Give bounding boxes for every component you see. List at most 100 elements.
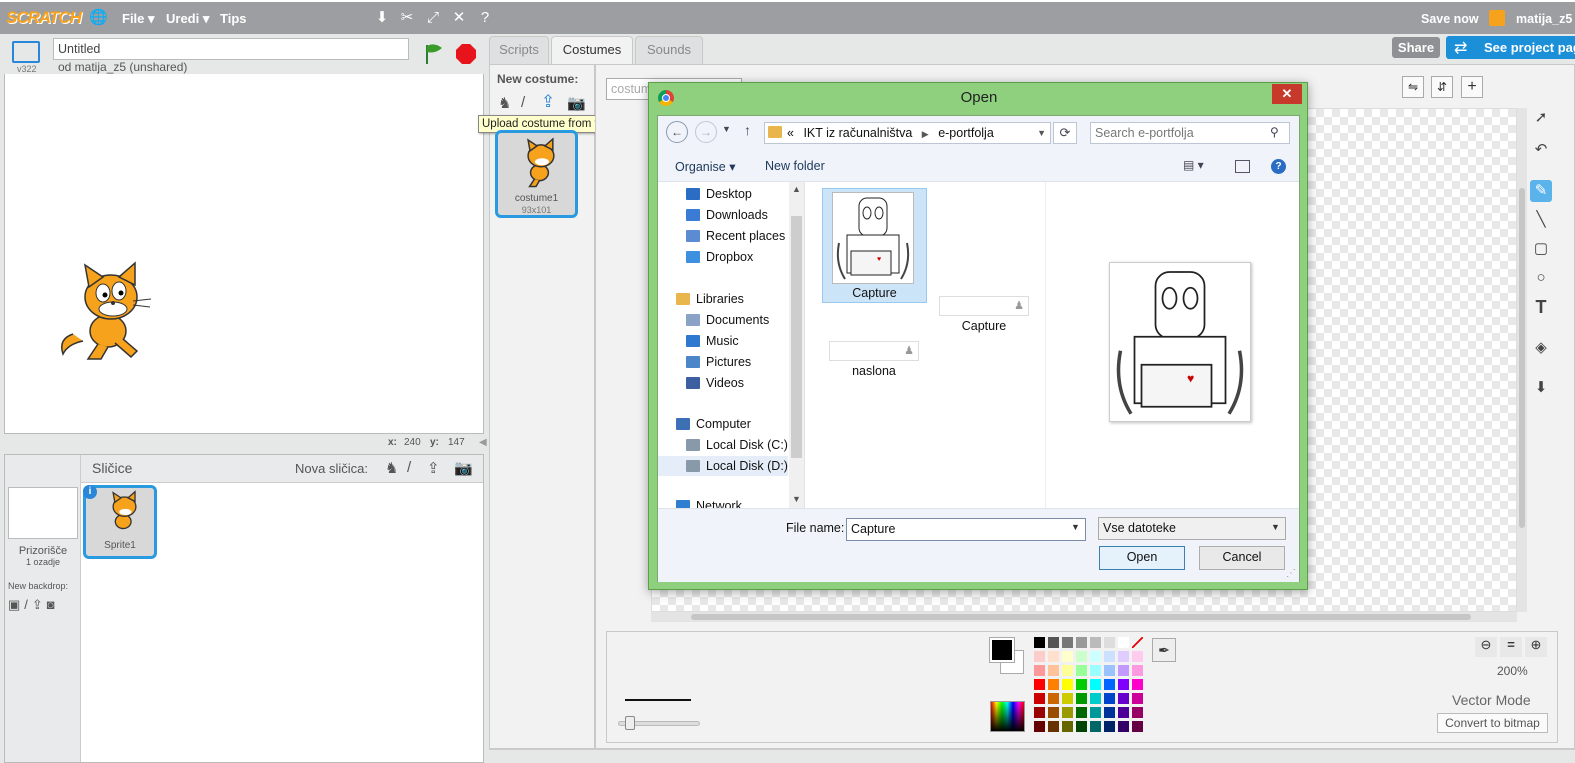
color-swatch[interactable] [1048, 679, 1059, 690]
upload-icon[interactable]: ⇪ [427, 459, 440, 477]
color-swatch[interactable] [1132, 707, 1143, 718]
color-swatch[interactable] [1076, 679, 1087, 690]
color-swatch[interactable] [1062, 721, 1073, 732]
stage-thumbnail[interactable] [8, 487, 78, 539]
primary-color-swatch[interactable] [989, 637, 1015, 663]
color-swatch[interactable] [1062, 707, 1073, 718]
color-swatch[interactable] [1048, 721, 1059, 732]
color-swatch[interactable] [1090, 637, 1101, 648]
color-swatch[interactable] [1118, 651, 1129, 662]
color-swatch[interactable] [1034, 721, 1045, 732]
color-swatch[interactable] [1090, 721, 1101, 732]
address-dropdown-icon[interactable]: ▼ [1037, 123, 1046, 143]
tree-item-recent[interactable]: Recent places [686, 226, 785, 246]
color-swatch[interactable] [1062, 637, 1073, 648]
camera-costume-icon[interactable]: 📷 [567, 94, 586, 112]
file-type-select[interactable]: Vse datoteke [1098, 517, 1286, 540]
help-icon[interactable]: ? [1271, 159, 1286, 174]
color-swatch[interactable] [1118, 679, 1129, 690]
file-name-dropdown-icon[interactable]: ▼ [1071, 522, 1080, 532]
sprite-library-icon[interactable]: ♞ [385, 459, 398, 477]
color-swatch[interactable] [1104, 707, 1115, 718]
tree-item-libraries[interactable]: Libraries [676, 289, 744, 309]
info-icon[interactable]: i [83, 485, 97, 499]
camera-icon[interactable]: 📷 [454, 459, 473, 477]
color-swatch[interactable] [1118, 707, 1129, 718]
color-swatch[interactable] [1062, 651, 1073, 662]
collapse-arrow-icon[interactable]: ◀ [479, 437, 487, 448]
scroll-down-icon[interactable]: ▼ [792, 494, 801, 504]
username-link[interactable]: matija_z5 [1516, 12, 1572, 26]
tab-sounds[interactable]: Sounds [635, 36, 703, 64]
breadcrumb-bar[interactable]: « IKT iz računalništva ▶ e-portfolja ▼ [764, 122, 1051, 144]
cancel-button[interactable]: Cancel [1199, 546, 1285, 570]
menu-tips[interactable]: Tips [220, 11, 247, 26]
organise-menu[interactable]: Organise ▾ [675, 159, 735, 174]
color-swatch[interactable] [1062, 693, 1073, 704]
reshape-tool-icon[interactable]: ↶ [1530, 139, 1552, 161]
file-thumb-capture2[interactable]: ♟ [939, 296, 1029, 316]
tree-item-computer[interactable]: Computer [676, 414, 751, 434]
dialog-close-button[interactable]: ✕ [1272, 84, 1302, 104]
color-swatch[interactable] [1118, 637, 1129, 648]
menu-edit[interactable]: Uredi ▾ [166, 11, 209, 27]
text-tool-icon[interactable]: T [1530, 296, 1552, 318]
color-swatch[interactable] [1034, 651, 1045, 662]
tree-item-music[interactable]: Music [686, 331, 739, 351]
save-now-link[interactable]: Save now [1421, 12, 1479, 26]
tree-item-videos[interactable]: Videos [686, 373, 744, 393]
forward-icon[interactable]: → [695, 121, 717, 143]
breadcrumb-segment[interactable]: IKT iz računalništva [803, 126, 912, 140]
color-swatch[interactable] [1090, 665, 1101, 676]
color-swatch[interactable] [1034, 679, 1045, 690]
search-input[interactable]: Search e-portfolja [1090, 122, 1290, 144]
color-swatch[interactable] [1034, 665, 1045, 676]
color-swatch[interactable] [1062, 665, 1073, 676]
tab-scripts[interactable]: Scripts [489, 36, 549, 64]
color-swatch[interactable] [1076, 721, 1087, 732]
color-swatch[interactable] [1118, 721, 1129, 732]
fill-tool-icon[interactable]: ◈ [1530, 337, 1552, 359]
cut-icon[interactable]: ✂ [398, 9, 416, 27]
convert-to-bitmap-button[interactable]: Convert to bitmap [1437, 713, 1548, 733]
stop-sign-icon[interactable] [454, 42, 478, 66]
ellipse-tool-icon[interactable]: ○ [1530, 267, 1552, 289]
tab-costumes[interactable]: Costumes [551, 36, 633, 64]
color-swatch[interactable] [1048, 693, 1059, 704]
stroke-slider-handle[interactable] [625, 716, 635, 730]
color-spectrum[interactable] [990, 701, 1025, 732]
color-swatch[interactable] [1132, 637, 1143, 648]
line-tool-icon[interactable]: ╲ [1530, 209, 1552, 231]
back-icon[interactable]: ← [666, 121, 688, 143]
help-icon[interactable]: ? [476, 9, 494, 27]
color-swatch[interactable] [1034, 637, 1045, 648]
color-swatch[interactable] [1132, 651, 1143, 662]
color-swatch[interactable] [1132, 693, 1143, 704]
tree-item-desktop[interactable]: Desktop [686, 184, 752, 204]
color-swatch[interactable] [1132, 665, 1143, 676]
color-swatch[interactable] [1062, 679, 1073, 690]
eyedropper-icon[interactable]: ✒ [1152, 638, 1176, 662]
color-swatch[interactable] [1048, 651, 1059, 662]
tree-scroll-thumb[interactable] [791, 216, 802, 458]
color-swatch[interactable] [1090, 693, 1101, 704]
file-type-dropdown-icon[interactable]: ▼ [1271, 522, 1280, 532]
new-folder-button[interactable]: New folder [765, 159, 825, 173]
scratch-logo[interactable]: SCRATCH [6, 8, 82, 28]
breadcrumb-segment[interactable]: e-portfolja [938, 126, 994, 140]
color-swatch[interactable] [1076, 637, 1087, 648]
zoom-reset-icon[interactable]: = [1500, 637, 1522, 657]
file-item-capture-selected[interactable]: ♥ Capture [822, 188, 927, 303]
select-tool-icon[interactable]: ➚ [1530, 107, 1552, 129]
fullscreen-icon[interactable] [12, 41, 40, 63]
share-button[interactable]: Share [1392, 37, 1440, 58]
grow-icon[interactable]: ⤢ [424, 9, 442, 27]
project-title-input[interactable]: Untitled [53, 38, 409, 60]
cat-sprite[interactable] [53, 259, 153, 364]
costume1-thumbnail[interactable]: costume1 93x101 [495, 130, 578, 218]
file-thumb-naslona[interactable]: ♟ [829, 341, 919, 361]
color-swatch[interactable] [1132, 679, 1143, 690]
paint-costume-icon[interactable]: / [521, 94, 525, 111]
view-options-icon[interactable]: ▤ ▾ [1183, 158, 1204, 172]
color-swatch[interactable] [1104, 721, 1115, 732]
